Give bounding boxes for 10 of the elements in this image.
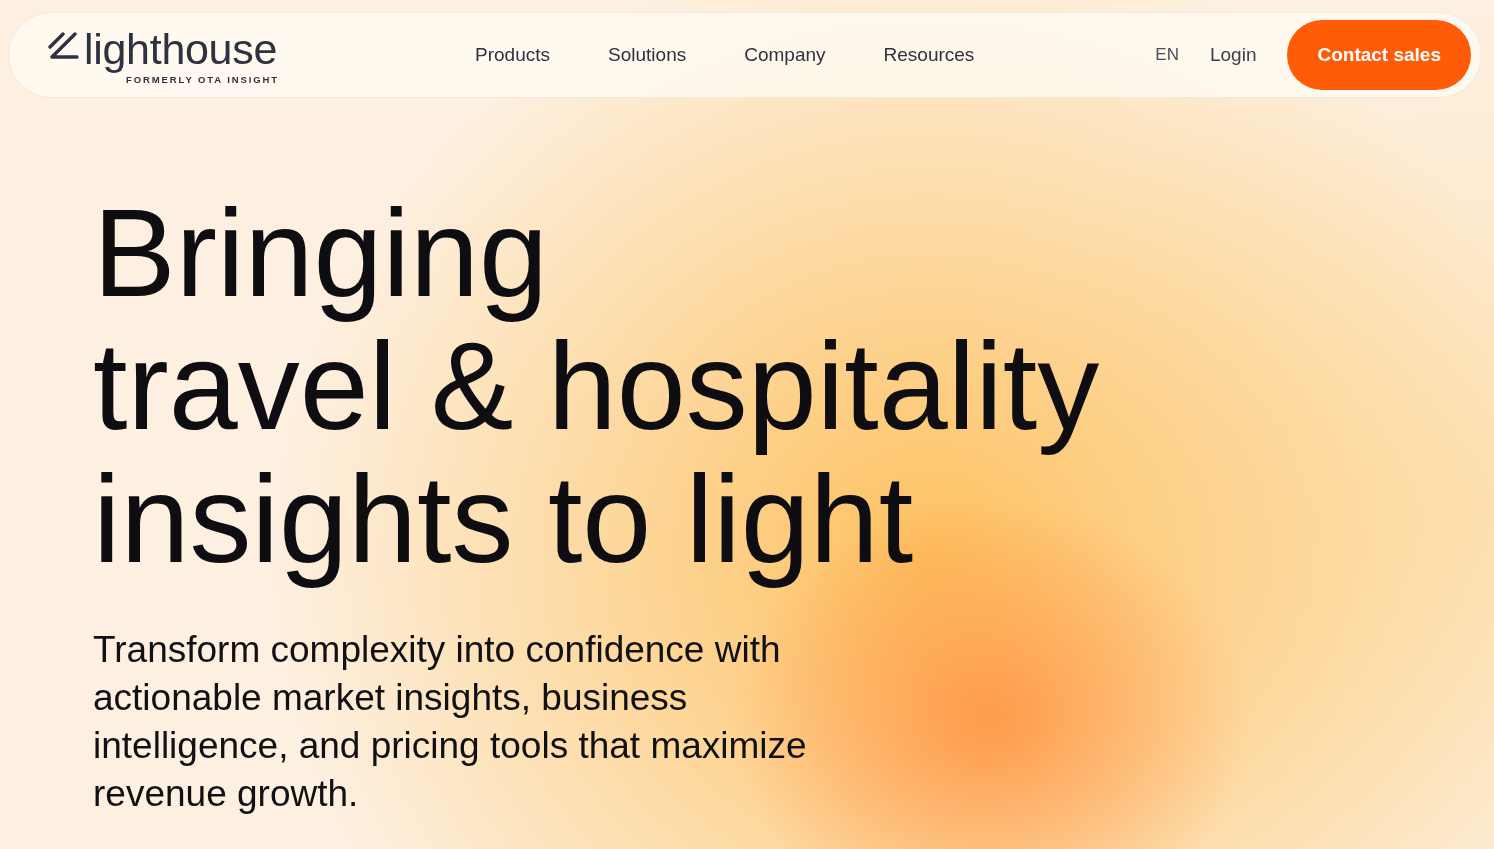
hero-subheading: Transform complexity into confidence with actionable market insights, business intelligence, and pricing tools that maximize revenue growth.	[93, 628, 808, 816]
login-link[interactable]: Login	[1209, 44, 1257, 66]
nav-link[interactable]: Company	[744, 44, 826, 66]
logo-wordmark[interactable]: lighthouse	[84, 24, 278, 74]
hero-headline: Bringing travel & hospitality insights to light	[93, 187, 1100, 586]
language-selector[interactable]: EN	[1155, 45, 1179, 65]
nav-link[interactable]: Solutions	[608, 44, 687, 66]
logo-tagline: FORMERLY OTA INSIGHT	[126, 74, 280, 86]
nav-link[interactable]: Resources	[883, 44, 975, 66]
nav-link[interactable]: Products	[475, 44, 551, 66]
